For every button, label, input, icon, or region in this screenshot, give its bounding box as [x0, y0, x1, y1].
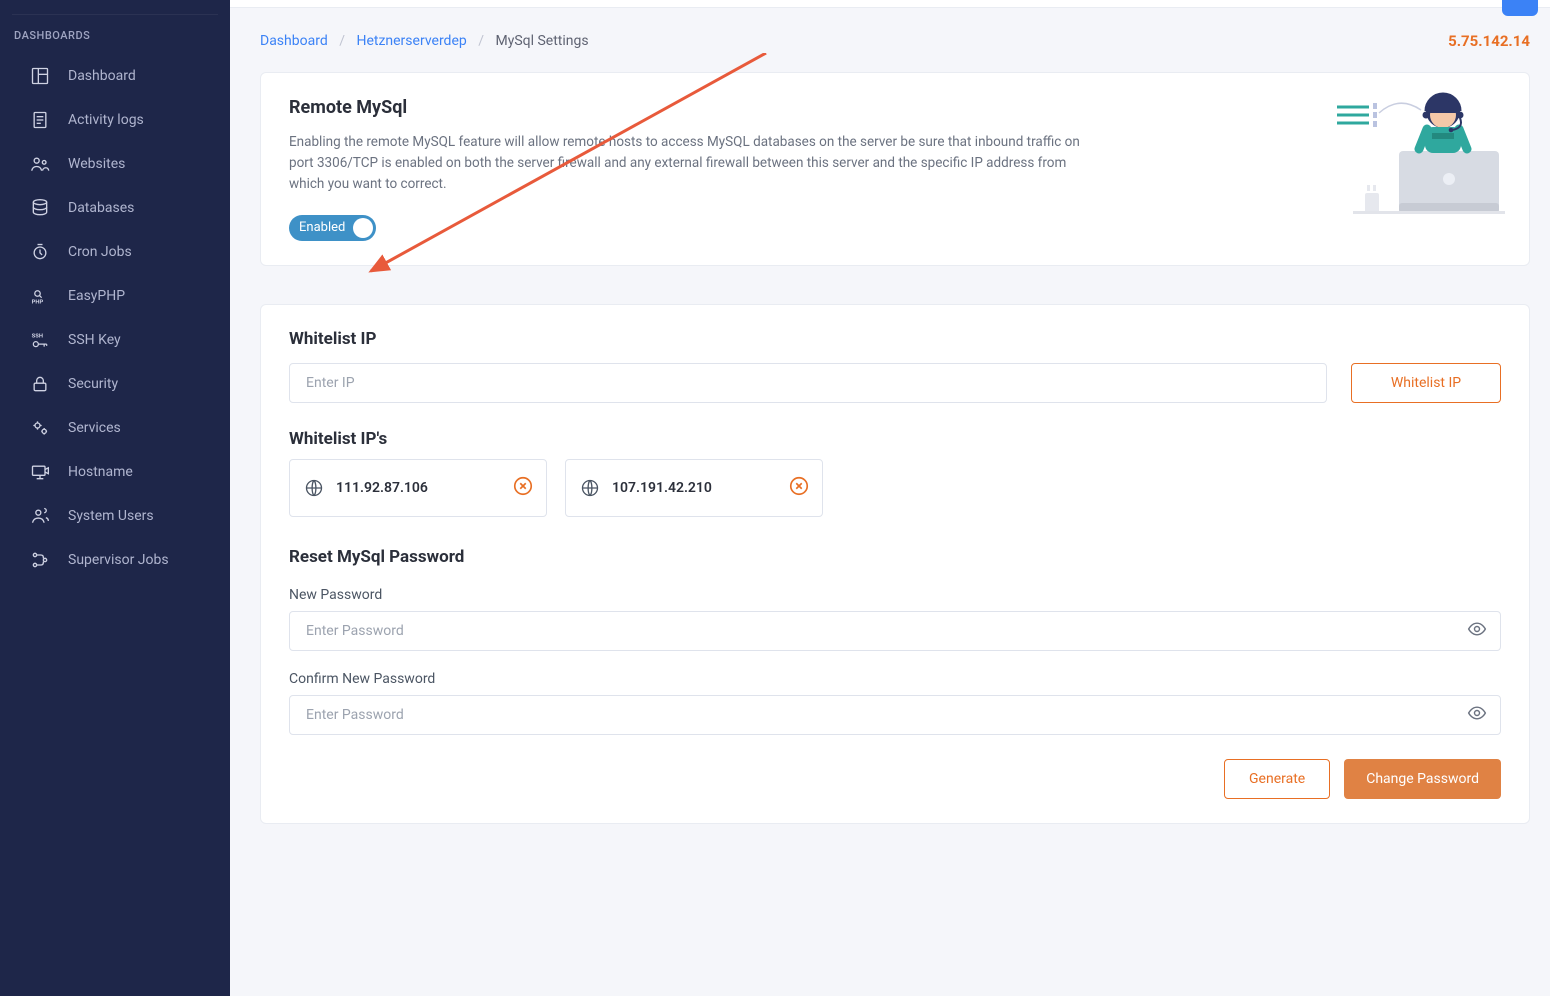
server-ip: 5.75.142.14: [1448, 32, 1530, 50]
sidebar-item-security[interactable]: Security: [0, 362, 230, 406]
breadcrumb: Dashboard / Hetznerserverdep / MySql Set…: [260, 33, 589, 49]
toggle-knob: [353, 218, 373, 238]
svg-text:PHP: PHP: [32, 300, 44, 306]
chip-delete-button[interactable]: [788, 475, 810, 501]
sidebar-divider: [12, 14, 218, 15]
system-users-icon: [30, 506, 50, 526]
remote-mysql-card: Remote MySql Enabling the remote MySQL f…: [260, 72, 1530, 266]
lock-icon: [30, 374, 50, 394]
sidebar-item-label: Services: [68, 420, 121, 436]
support-illustration: [1329, 85, 1509, 225]
whitelist-chip: 111.92.87.106: [289, 459, 547, 517]
sidebar-item-databases[interactable]: Databases: [0, 186, 230, 230]
topbar-button[interactable]: [1502, 0, 1538, 16]
php-icon: PHP: [30, 286, 50, 306]
eye-icon[interactable]: [1467, 703, 1487, 727]
svg-text:SSH: SSH: [32, 334, 43, 340]
gears-icon: [30, 418, 50, 438]
sidebar-item-label: Activity logs: [68, 112, 144, 128]
sidebar-item-label: Cron Jobs: [68, 244, 132, 260]
generate-button[interactable]: Generate: [1224, 759, 1330, 799]
toggle-label: Enabled: [299, 220, 345, 235]
remote-mysql-title: Remote MySql: [289, 97, 1501, 118]
globe-icon: [304, 478, 324, 498]
sidebar-item-supervisor-jobs[interactable]: Supervisor Jobs: [0, 538, 230, 582]
topbar: [230, 0, 1550, 8]
dashboard-icon: [30, 66, 50, 86]
sidebar-item-label: Security: [68, 376, 118, 392]
sidebar-item-hostname[interactable]: Hostname: [0, 450, 230, 494]
users-icon: [30, 154, 50, 174]
ssh-icon: SSH: [30, 330, 50, 350]
breadcrumb-current: MySql Settings: [495, 33, 588, 49]
sidebar-item-label: Dashboard: [68, 68, 136, 84]
whitelist-ip-input[interactable]: [289, 363, 1327, 403]
whitelist-ip-button[interactable]: Whitelist IP: [1351, 363, 1501, 403]
sidebar-item-system-users[interactable]: System Users: [0, 494, 230, 538]
sidebar-item-ssh-key[interactable]: SSH SSH Key: [0, 318, 230, 362]
supervisor-icon: [30, 550, 50, 570]
sidebar-item-cron-jobs[interactable]: Cron Jobs: [0, 230, 230, 274]
whitelist-list-title: Whitelist IP's: [289, 429, 1501, 449]
sidebar-item-label: Databases: [68, 200, 134, 216]
database-icon: [30, 198, 50, 218]
sidebar-item-label: System Users: [68, 508, 154, 524]
change-password-button[interactable]: Change Password: [1344, 759, 1501, 799]
sidebar-item-label: Supervisor Jobs: [68, 552, 169, 568]
sidebar-item-services[interactable]: Services: [0, 406, 230, 450]
new-password-label: New Password: [289, 587, 1501, 603]
logs-icon: [30, 110, 50, 130]
sidebar-section-label: DASHBOARDS: [0, 29, 230, 54]
remote-mysql-desc: Enabling the remote MySQL feature will a…: [289, 132, 1089, 195]
sidebar-item-label: EasyPHP: [68, 288, 125, 304]
remote-mysql-toggle[interactable]: Enabled: [289, 215, 376, 241]
sidebar-item-dashboard[interactable]: Dashboard: [0, 54, 230, 98]
sidebar-item-activity-logs[interactable]: Activity logs: [0, 98, 230, 142]
whitelist-card: Whitelist IP Whitelist IP Whitelist IP's…: [260, 304, 1530, 824]
sidebar-item-easyphp[interactable]: PHP EasyPHP: [0, 274, 230, 318]
chip-ip-value: 107.191.42.210: [612, 480, 712, 496]
confirm-password-input[interactable]: [289, 695, 1501, 735]
whitelist-chip: 107.191.42.210: [565, 459, 823, 517]
reset-password-title: Reset MySql Password: [289, 547, 1501, 567]
globe-icon: [580, 478, 600, 498]
breadcrumb-server[interactable]: Hetznerserverdep: [356, 33, 466, 49]
sidebar: DASHBOARDS Dashboard Activity logs Websi…: [0, 0, 230, 996]
breadcrumb-dashboard[interactable]: Dashboard: [260, 33, 328, 49]
hostname-icon: [30, 462, 50, 482]
new-password-input[interactable]: [289, 611, 1501, 651]
chip-ip-value: 111.92.87.106: [336, 480, 428, 496]
confirm-password-label: Confirm New Password: [289, 671, 1501, 687]
sidebar-item-label: Websites: [68, 156, 125, 172]
whitelist-title: Whitelist IP: [289, 329, 1501, 349]
sidebar-item-websites[interactable]: Websites: [0, 142, 230, 186]
eye-icon[interactable]: [1467, 619, 1487, 643]
cron-icon: [30, 242, 50, 262]
chip-delete-button[interactable]: [512, 475, 534, 501]
main-content: Dashboard / Hetznerserverdep / MySql Set…: [230, 0, 1550, 902]
sidebar-item-label: SSH Key: [68, 332, 121, 348]
sidebar-item-label: Hostname: [68, 464, 133, 480]
